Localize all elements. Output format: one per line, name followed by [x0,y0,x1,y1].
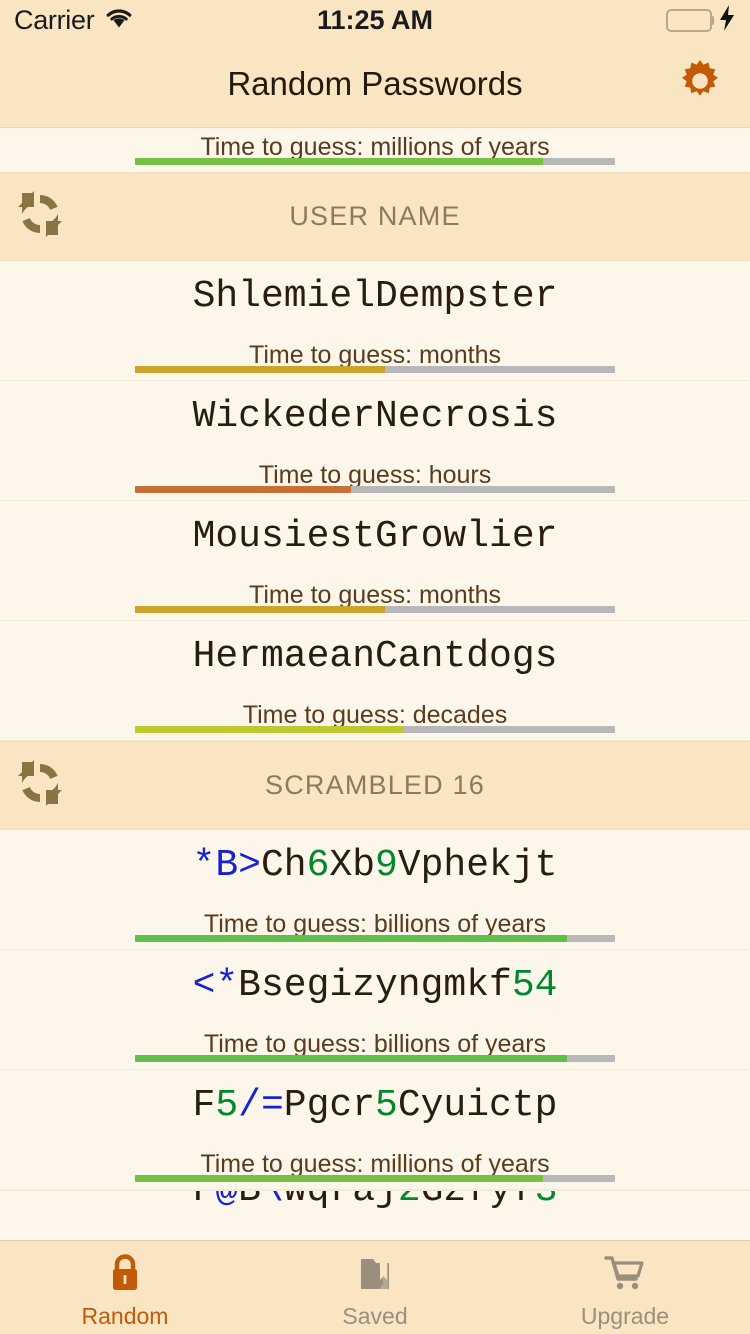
strength-bar-fill [135,486,351,493]
password-text: <*Bsegizyngmkf54 [192,964,558,1007]
section-title: SCRAMBLED 16 [265,770,485,800]
tab-bar: Random Saved Upgrade [0,1240,750,1334]
strength-bar-fill [135,606,385,613]
strength-meta: Time to guess: hours [0,461,750,500]
password-row[interactable]: F5/=Pgcr5Cyuictp Time to guess: millions… [0,1070,750,1190]
section-header: SCRAMBLED 16 [0,741,750,830]
regenerate-button[interactable] [12,758,68,814]
page-title: Random Passwords [227,64,523,102]
status-bar: Carrier 11:25 AM [0,0,750,40]
status-bar-right [666,4,736,36]
password-text: MousiestGrowlier [192,515,558,558]
password-list[interactable]: Time to guess: millions of years USER NA… [0,129,750,1240]
navigation-bar: Random Passwords [0,40,750,128]
tab-saved[interactable]: Saved [250,1241,500,1334]
partial-row-bottom[interactable]: F@B\Wqraj2Gzfyf3 [0,1190,750,1230]
tab-random[interactable]: Random [0,1241,250,1334]
wifi-icon [104,6,134,34]
tab-label: Random [81,1303,169,1329]
strength-bar-fill [135,1175,543,1182]
strength-bar-track [135,158,615,165]
password-text: ShlemielDempster [192,275,558,318]
password-row[interactable]: WickederNecrosis Time to guess: hours [0,381,750,501]
strength-meta: Time to guess: millions of years [0,133,750,172]
strength-meta: Time to guess: decades [0,701,750,740]
tab-label: Saved [342,1303,408,1329]
tab-upgrade[interactable]: Upgrade [500,1241,750,1334]
strength-bar-fill [135,158,543,165]
partial-row-top[interactable]: Time to guess: millions of years [0,129,750,172]
section-title: USER NAME [289,201,461,231]
password-text: F5/=Pgcr5Cyuictp [192,1084,558,1127]
strength-meta: Time to guess: months [0,341,750,380]
gear-icon [677,58,723,109]
strength-meta: Time to guess: billions of years [0,910,750,949]
lightning-bolt-icon [718,4,736,36]
lock-icon [106,1251,144,1298]
password-text: F@B\Wqraj2Gzfyf3 [192,1190,558,1212]
tab-label: Upgrade [580,1303,670,1329]
password-row[interactable]: *B>Ch6Xb9Vphekjt Time to guess: billions… [0,830,750,950]
password-row[interactable]: ShlemielDempster Time to guess: months [0,261,750,381]
strength-meta: Time to guess: months [0,581,750,620]
status-bar-left: Carrier [14,5,134,36]
strength-bar-track [135,935,615,942]
strength-bar-track [135,726,615,733]
strength-bar-fill [135,935,567,942]
strength-bar-track [135,1175,615,1182]
strength-bar-fill [135,726,404,733]
regenerate-button[interactable] [12,189,68,245]
strength-bar-track [135,366,615,373]
strength-bar-fill [135,1055,567,1062]
password-row[interactable]: HermaeanCantdogs Time to guess: decades [0,621,750,741]
password-text: WickederNecrosis [192,395,558,438]
strength-bar-track [135,1055,615,1062]
strength-bar-track [135,606,615,613]
strength-bar-track [135,486,615,493]
section-header: USER NAME [0,172,750,261]
carrier-label: Carrier [14,4,95,35]
strength-bar-fill [135,366,385,373]
password-text: *B>Ch6Xb9Vphekjt [192,844,558,887]
password-row[interactable]: MousiestGrowlier Time to guess: months [0,501,750,621]
refresh-icon [14,189,66,244]
refresh-icon [14,758,66,813]
shopping-cart-icon [603,1251,647,1298]
battery-icon [666,8,714,32]
strength-meta: Time to guess: millions of years [0,1150,750,1189]
password-row[interactable]: <*Bsegizyngmkf54 Time to guess: billions… [0,950,750,1070]
settings-button[interactable] [672,56,728,112]
strength-meta: Time to guess: billions of years [0,1030,750,1069]
password-text: HermaeanCantdogs [192,635,558,678]
bookmark-folder-icon [355,1251,395,1298]
